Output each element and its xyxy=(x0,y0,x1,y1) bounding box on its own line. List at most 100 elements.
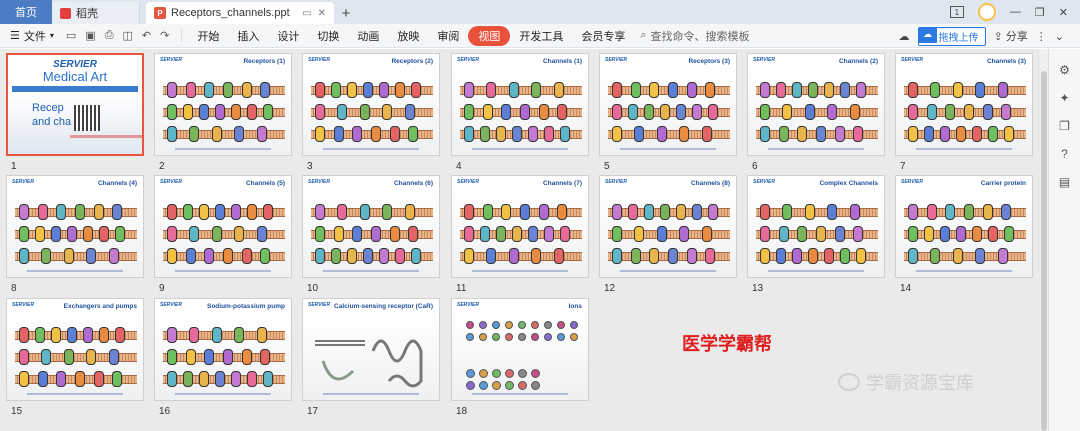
redo-icon[interactable]: ↷ xyxy=(160,29,169,42)
new-tab-button[interactable]: + xyxy=(334,2,358,24)
protein-glyph xyxy=(482,104,493,120)
protein-glyph xyxy=(544,126,554,142)
membrane xyxy=(163,230,285,239)
undo-icon[interactable]: ↶ xyxy=(142,29,151,42)
save-icon[interactable]: ▣ xyxy=(85,29,95,42)
menu-slideshow[interactable]: 放映 xyxy=(388,28,428,44)
slide-thumbnail[interactable]: SERVIER Channels (4) xyxy=(6,175,144,278)
collapse-icon[interactable]: ⌄ xyxy=(1055,30,1064,43)
menu-transition[interactable]: 切换 xyxy=(308,28,348,44)
copy-icon[interactable]: ❐ xyxy=(1059,119,1070,133)
protein-glyph xyxy=(824,82,834,98)
scrollbar-thumb[interactable] xyxy=(1041,71,1047,431)
slide-thumbnail[interactable]: SERVIER Complex Channels xyxy=(747,175,885,278)
slide-thumbnail[interactable]: SERVIER Channels (8) xyxy=(599,175,737,278)
slide-thumbnail[interactable]: SERVIER Ions xyxy=(451,298,589,401)
library-icon[interactable]: ▤ xyxy=(1059,175,1070,189)
menu-animation[interactable]: 动画 xyxy=(348,28,388,44)
ion-glyph xyxy=(479,333,487,341)
more-icon[interactable]: ⋮ xyxy=(1036,30,1047,43)
protein-glyph xyxy=(363,82,373,98)
settings-sliders-icon[interactable]: ⚙ xyxy=(1059,63,1070,77)
screen-icon[interactable]: ▭ xyxy=(302,8,311,19)
slide-thumbnail[interactable]: SERVIER Channels (1) xyxy=(451,53,589,156)
protein-glyph xyxy=(464,104,474,120)
slide-thumbnail[interactable]: SERVIER Sodium-potassium pump xyxy=(154,298,292,401)
share-button[interactable]: ⇪ 分享 xyxy=(994,28,1028,44)
slide-thumbnail[interactable]: SERVIER Receptors (1) xyxy=(154,53,292,156)
slide-number: 13 xyxy=(752,283,764,294)
protein-glyph xyxy=(557,204,568,220)
minimize-icon[interactable]: — xyxy=(1010,6,1021,18)
protein-glyph xyxy=(99,226,109,242)
help-icon[interactable]: ? xyxy=(1061,147,1068,161)
protein-glyph xyxy=(988,226,998,242)
slide-thumbnail[interactable]: SERVIER Receptors (3) xyxy=(599,53,737,156)
slide-thumbnail[interactable]: SERVIER Channels (3) xyxy=(895,53,1033,156)
upload-button[interactable]: ☁ 拖拽上传 xyxy=(917,26,986,46)
protein-glyph xyxy=(382,104,393,120)
slide-thumbnail[interactable]: SERVIER Exchangers and pumps xyxy=(6,298,144,401)
avatar[interactable] xyxy=(977,3,996,21)
menu-review[interactable]: 审阅 xyxy=(428,28,468,44)
protein-glyph xyxy=(849,104,860,120)
slide-thumbnail[interactable]: SERVIER Channels (7) xyxy=(451,175,589,278)
cloud-sync-icon[interactable]: ☁ xyxy=(899,30,910,43)
menu-design[interactable]: 设计 xyxy=(268,28,308,44)
menu-insert[interactable]: 插入 xyxy=(228,28,268,44)
slide-thumbnail[interactable]: SERVIER Medical Art Recep and cha xyxy=(6,53,144,156)
tab-label: 稻壳 xyxy=(76,8,98,20)
protein-glyph xyxy=(37,204,48,220)
menu-view[interactable]: 视图 xyxy=(468,25,511,46)
slide-thumbnail[interactable]: SERVIER Channels (2) xyxy=(747,53,885,156)
slide-number: 11 xyxy=(456,283,467,294)
page-count-badge-icon[interactable]: 1 xyxy=(949,6,964,18)
command-search[interactable]: ⌕ 查找命令、搜索模板 xyxy=(640,28,749,44)
tab-daoke[interactable]: 稻壳 xyxy=(52,2,140,24)
tab-document[interactable]: P Receptors_channels.ppt ▭ ✕ xyxy=(146,2,334,24)
protein-glyph xyxy=(379,248,389,264)
servier-logo: SERVIER xyxy=(901,57,923,63)
servier-logo: SERVIER xyxy=(308,179,330,185)
protein-glyph xyxy=(538,104,549,120)
protein-glyph xyxy=(480,126,490,142)
slide-thumbnail[interactable]: SERVIER Carrier protein xyxy=(895,175,1033,278)
protein-glyph xyxy=(167,327,177,343)
slide-title: Channels (4) xyxy=(97,180,137,187)
protein-glyph xyxy=(612,126,622,142)
menu-start[interactable]: 开始 xyxy=(188,28,228,44)
file-menu[interactable]: ☰ 文件 ▾ xyxy=(0,28,60,44)
slide-thumbnail[interactable]: SERVIER Receptors (2) xyxy=(302,53,440,156)
protein-glyph xyxy=(215,104,225,120)
home-tab[interactable]: 首页 xyxy=(0,0,52,24)
protein-glyph xyxy=(1004,126,1014,142)
protein-glyph xyxy=(185,248,196,264)
menu-developer[interactable]: 开发工具 xyxy=(510,28,572,44)
protein-glyph xyxy=(315,226,325,242)
vertical-scrollbar[interactable] xyxy=(1040,49,1048,431)
protein-glyph xyxy=(827,104,838,120)
ion-glyph xyxy=(466,381,475,390)
slide-thumbnail[interactable]: SERVIER Channels (6) xyxy=(302,175,440,278)
magic-icon[interactable]: ✦ xyxy=(1059,91,1069,105)
protein-glyph xyxy=(241,82,252,98)
close-window-icon[interactable]: ✕ xyxy=(1059,6,1068,19)
protein-glyph xyxy=(908,226,918,242)
print-icon[interactable]: ⎙ xyxy=(105,29,114,42)
preview-icon[interactable]: ◫ xyxy=(123,29,133,42)
protein-glyph xyxy=(41,349,52,365)
restore-icon[interactable]: ❐ xyxy=(1035,6,1045,19)
menu-member[interactable]: 会员专享 xyxy=(572,28,634,44)
protein-glyph xyxy=(644,204,654,220)
protein-glyph xyxy=(347,82,357,98)
protein-glyph xyxy=(411,248,421,264)
protein-glyph xyxy=(167,104,177,120)
open-folder-icon[interactable]: ▭ xyxy=(66,29,76,42)
close-tab-icon[interactable]: ✕ xyxy=(318,8,326,19)
protein-glyph xyxy=(649,248,660,264)
slide-thumbnail[interactable]: SERVIER Calcium-sensing receptor (CaR) xyxy=(302,298,440,401)
servier-logo: SERVIER xyxy=(457,57,479,63)
slide-thumbnail[interactable]: SERVIER Channels (5) xyxy=(154,175,292,278)
slide-footer xyxy=(472,148,568,150)
cover-caption xyxy=(70,135,142,138)
